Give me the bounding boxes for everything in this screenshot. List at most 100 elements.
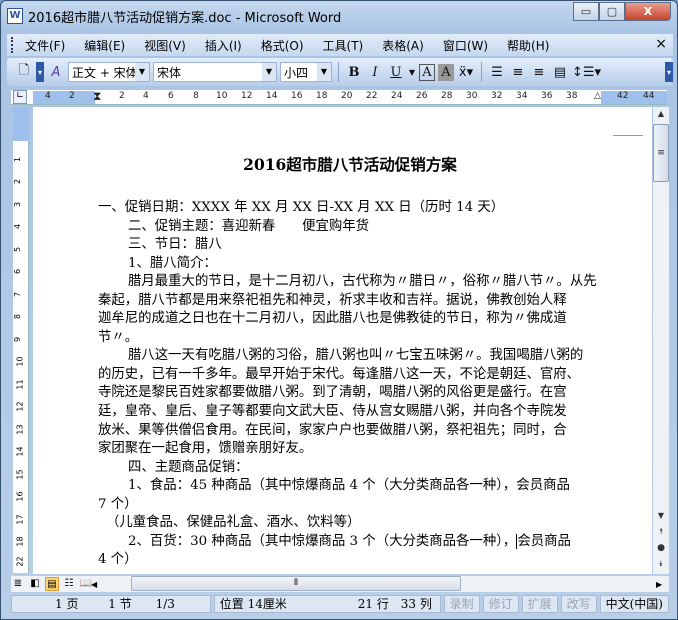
- ruler-label: 1: [13, 156, 23, 163]
- select-browse-object-icon[interactable]: ●: [653, 543, 669, 553]
- ruler-label: 17: [15, 514, 25, 525]
- language-indicator[interactable]: 中文(中国): [599, 595, 669, 613]
- ruler-label: 30: [466, 91, 478, 101]
- tab-selector-icon[interactable]: ∟: [13, 90, 27, 104]
- document-line: 腊月最重大的节日，是十二月初八，古代称为〃腊日〃，俗称〃腊八节〃。从先: [98, 273, 598, 292]
- character-scaling-icon[interactable]: ẍ▾: [457, 62, 475, 82]
- ruler-label: 32: [491, 91, 503, 101]
- menu-format[interactable]: 格式(O): [261, 37, 304, 54]
- document-line: 节〃。: [98, 329, 598, 348]
- styles-formatting-icon[interactable]: A: [47, 62, 65, 82]
- outline-view-icon[interactable]: ☷: [62, 577, 76, 591]
- underline-dropdown-icon[interactable]: ▼: [408, 62, 416, 82]
- status-pages: 1/3: [155, 597, 175, 611]
- maximize-button[interactable]: ▢: [599, 2, 625, 21]
- ruler-label: 8: [13, 313, 23, 320]
- scroll-thumb[interactable]: ≡: [653, 124, 669, 182]
- ruler-label: 10: [216, 91, 228, 101]
- menu-tools[interactable]: 工具(T): [323, 37, 364, 54]
- character-shading-button[interactable]: A: [438, 63, 454, 81]
- ruler-label: 42: [617, 91, 629, 101]
- previous-page-icon[interactable]: ⯭: [653, 527, 669, 537]
- bold-button[interactable]: B: [345, 62, 363, 82]
- print-layout-view-icon[interactable]: ▤: [45, 577, 59, 591]
- menu-file[interactable]: 文件(F): [25, 37, 65, 54]
- font-size-select[interactable]: 小四 ▼: [280, 62, 332, 82]
- scroll-up-icon[interactable]: ▲: [653, 109, 669, 118]
- distributed-align-icon[interactable]: ▤: [551, 62, 569, 82]
- menu-table[interactable]: 表格(A): [382, 37, 424, 54]
- extend-selection-indicator[interactable]: 扩展: [521, 595, 558, 613]
- scroll-right-icon[interactable]: ▶: [656, 580, 662, 589]
- overtype-indicator[interactable]: 改写: [560, 595, 597, 613]
- scroll-left-icon[interactable]: ◀: [91, 580, 97, 589]
- underline-button[interactable]: U: [387, 62, 405, 82]
- horizontal-scroll-thumb[interactable]: ⦀: [131, 576, 461, 591]
- line-text: 节〃。: [98, 329, 139, 345]
- indent-marker-icon[interactable]: ⧗: [93, 89, 101, 104]
- chevron-down-icon[interactable]: ▼: [135, 63, 149, 81]
- scroll-down-icon[interactable]: ▼: [653, 511, 669, 520]
- ruler-label: 11: [15, 379, 25, 390]
- ruler-label: 2: [119, 91, 125, 101]
- font-select[interactable]: 宋体 ▼: [153, 62, 277, 82]
- normal-view-icon[interactable]: ≣: [11, 577, 25, 591]
- horizontal-scrollbar[interactable]: ≣ ◧ ▤ ☷ 📖 ◀ ⦀ ▶: [11, 576, 669, 592]
- new-document-icon[interactable]: 🗋: [15, 62, 33, 82]
- ruler-label: 4: [143, 91, 149, 101]
- vertical-scrollbar[interactable]: ▲ ≡ ▼ ⯭ ● ⯯: [653, 107, 669, 574]
- status-position: 位置 14厘米: [219, 597, 287, 611]
- line-text: 会员商品: [517, 533, 571, 549]
- ruler-label: 13: [15, 424, 25, 435]
- document-page[interactable]: 2016超市腊八节活动促销方案 一、促销日期：XXXX 年 XX 月 XX 日-…: [33, 107, 652, 574]
- horizontal-ruler[interactable]: ∟ 4 2 ⧗ 2 4 6 8 10 12 14 16 18 20 22 24 …: [11, 89, 667, 105]
- chevron-down-icon[interactable]: ▼: [317, 63, 331, 81]
- document-line: 家团聚在一起食用，馈赠亲朋好友。: [98, 440, 598, 459]
- toolbar-options-icon[interactable]: ▾: [665, 62, 673, 82]
- document-line: 四、主题商品促销：: [98, 459, 598, 478]
- position-info[interactable]: 位置 14厘米 21 行 33 列: [213, 595, 441, 613]
- track-changes-indicator[interactable]: 修订: [482, 595, 519, 613]
- menu-view[interactable]: 视图(V): [144, 37, 186, 54]
- line-text: （儿童食品、保健品礼盒、酒水、饮料等）: [106, 515, 361, 531]
- character-border-button[interactable]: A: [419, 63, 435, 81]
- next-page-icon[interactable]: ⯯: [653, 559, 669, 569]
- toolbar-separator: [481, 62, 482, 82]
- page-info[interactable]: 1 页 1 节 1/3: [11, 595, 211, 613]
- italic-button[interactable]: I: [366, 62, 384, 82]
- right-indent-marker-icon[interactable]: △: [594, 91, 601, 101]
- close-button[interactable]: X: [625, 2, 671, 21]
- ruler-label: 22: [366, 91, 378, 101]
- menu-grip[interactable]: [11, 37, 14, 53]
- ruler-label: 20: [341, 91, 353, 101]
- style-select[interactable]: 正文 + 宋体 ▼: [68, 62, 150, 82]
- toolbar-options-icon[interactable]: ▾: [36, 62, 44, 82]
- menu-bar: 文件(F) 编辑(E) 视图(V) 插入(I) 格式(O) 工具(T) 表格(A…: [7, 34, 673, 56]
- line-text: 四、主题商品促销：: [128, 459, 249, 475]
- font-size-value: 小四: [284, 65, 309, 80]
- ruler-label: 26: [416, 91, 428, 101]
- document-line: 腊八这一天有吃腊八粥的习俗，腊八粥也叫〃七宝五味粥〃。我国喝腊八粥的: [98, 347, 598, 366]
- ruler-label: 28: [441, 91, 453, 101]
- document-body[interactable]: 2016超市腊八节活动促销方案 一、促销日期：XXXX 年 XX 月 XX 日-…: [98, 155, 598, 570]
- vertical-ruler[interactable]: 1 2 3 4 5 6 7 8 9 10 11 12 13 14 15 16 1…: [13, 107, 29, 573]
- menu-edit[interactable]: 编辑(E): [84, 37, 125, 54]
- ruler-label: 9: [13, 336, 23, 343]
- minimize-button[interactable]: ▭: [573, 2, 599, 21]
- menu-help[interactable]: 帮助(H): [507, 37, 549, 54]
- menu-window[interactable]: 窗口(W): [443, 37, 488, 54]
- line-spacing-icon[interactable]: ↕☰▾: [572, 62, 601, 82]
- menu-insert[interactable]: 插入(I): [205, 37, 242, 54]
- ruler-label: 4: [45, 91, 51, 101]
- close-document-button[interactable]: ×: [655, 36, 667, 52]
- align-right-icon[interactable]: ≡: [530, 62, 548, 82]
- web-layout-view-icon[interactable]: ◧: [28, 577, 42, 591]
- status-page: 1 页: [55, 597, 79, 611]
- document-line: 2、百货：30 种商品（其中惊爆商品 3 个（大分类商品各一种），会员商品: [98, 533, 598, 552]
- record-macro-indicator[interactable]: 录制: [443, 595, 480, 613]
- align-center-icon[interactable]: ≡: [509, 62, 527, 82]
- document-line: 4 个）: [98, 551, 598, 570]
- word-app-icon[interactable]: W: [7, 8, 23, 24]
- justify-icon[interactable]: ☰: [488, 62, 506, 82]
- chevron-down-icon[interactable]: ▼: [262, 63, 276, 81]
